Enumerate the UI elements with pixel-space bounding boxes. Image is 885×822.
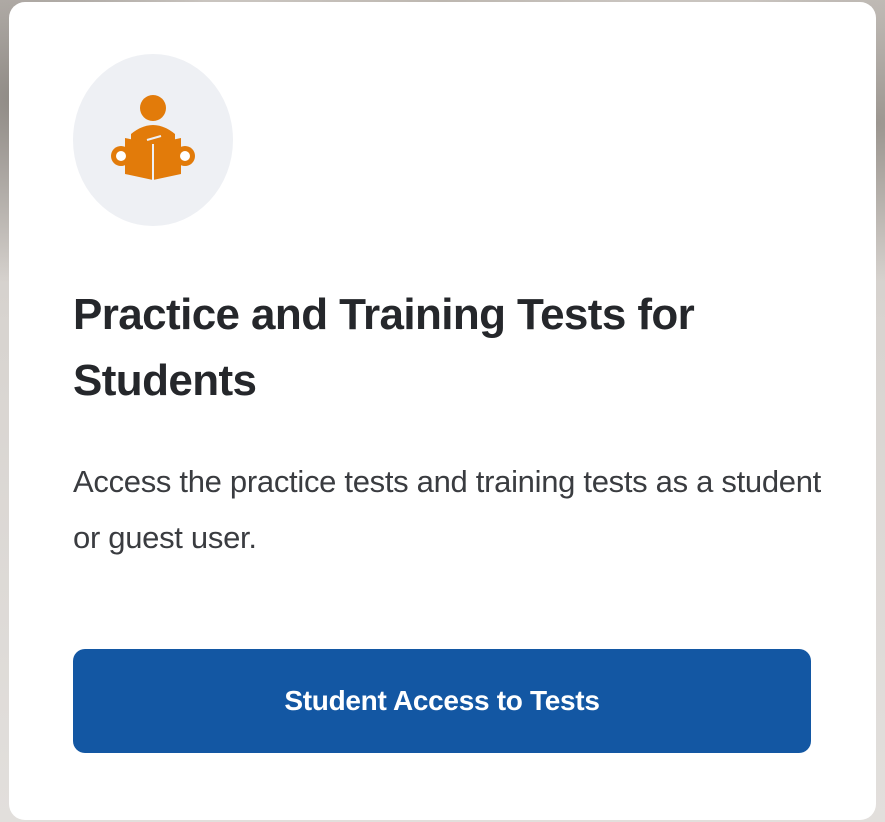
student-tests-card: Practice and Training Tests for Students…	[9, 2, 876, 820]
card-title: Practice and Training Tests for Students	[73, 290, 695, 405]
card-description: Access the practice tests and training t…	[73, 464, 821, 555]
student-reading-icon	[111, 95, 195, 180]
student-access-button[interactable]: Student Access to Tests	[73, 649, 811, 753]
icon-badge	[73, 54, 233, 226]
